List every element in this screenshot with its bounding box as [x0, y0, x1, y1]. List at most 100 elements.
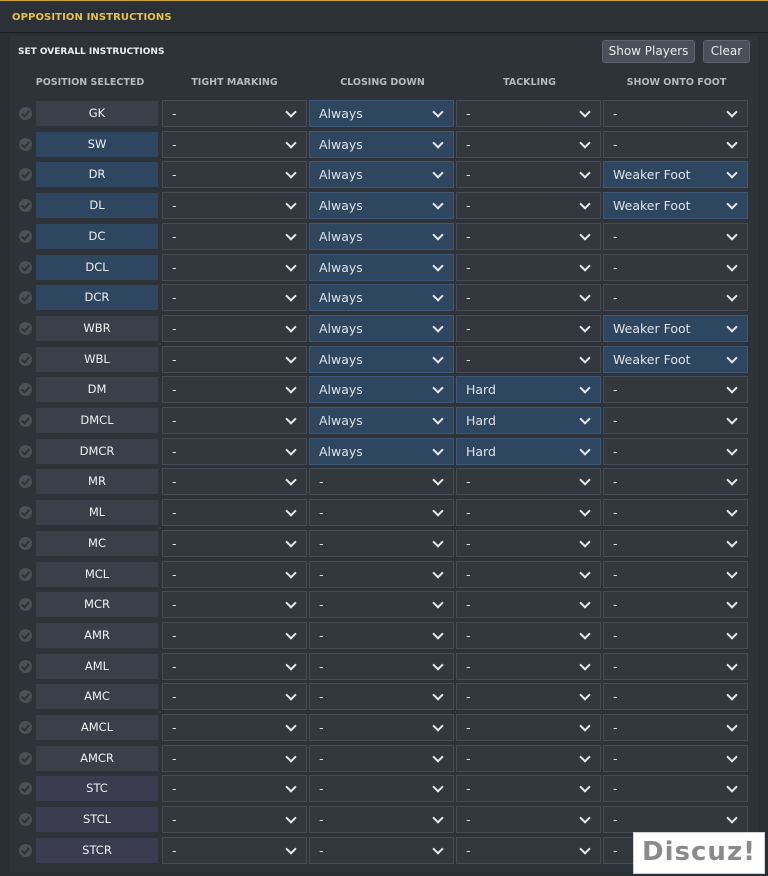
tackling-dropdown[interactable]: Hard — [456, 376, 601, 404]
tackling-dropdown[interactable]: - — [456, 652, 601, 680]
tackling-dropdown[interactable]: - — [456, 591, 601, 619]
tackling-dropdown[interactable]: - — [456, 192, 601, 220]
tight-marking-dropdown[interactable]: - — [162, 468, 307, 496]
closing-down-dropdown[interactable]: Always — [309, 284, 454, 312]
row-check-icon[interactable] — [19, 291, 32, 305]
position-label[interactable]: DL — [36, 193, 158, 219]
show-onto-foot-dropdown[interactable]: - — [603, 621, 748, 649]
tight-marking-dropdown[interactable]: - — [162, 345, 307, 373]
row-check-icon[interactable] — [19, 659, 32, 673]
closing-down-dropdown[interactable]: Always — [309, 314, 454, 342]
row-check-icon[interactable] — [19, 107, 32, 120]
position-label[interactable]: DMCL — [36, 408, 158, 433]
tackling-dropdown[interactable]: - — [456, 836, 601, 864]
show-onto-foot-dropdown[interactable]: - — [603, 468, 748, 496]
tight-marking-dropdown[interactable]: - — [162, 253, 307, 281]
row-check-icon[interactable] — [19, 260, 32, 274]
tackling-dropdown[interactable]: - — [456, 744, 601, 772]
row-check-icon[interactable] — [19, 168, 32, 182]
position-label[interactable]: WBL — [36, 346, 158, 372]
position-label[interactable]: SW — [36, 131, 158, 157]
row-check-icon[interactable] — [19, 321, 32, 335]
row-check-icon[interactable] — [19, 751, 32, 765]
show-onto-foot-dropdown[interactable]: Weaker Foot — [603, 314, 748, 342]
position-label[interactable]: STCL — [36, 807, 158, 833]
tight-marking-dropdown[interactable]: - — [162, 591, 307, 619]
row-check-icon[interactable] — [19, 229, 32, 243]
closing-down-dropdown[interactable]: - — [309, 560, 454, 588]
show-onto-foot-dropdown[interactable]: - — [603, 437, 748, 465]
tackling-dropdown[interactable]: - — [456, 683, 601, 711]
tackling-dropdown[interactable]: - — [456, 499, 601, 527]
row-check-icon[interactable] — [19, 352, 32, 366]
show-onto-foot-dropdown[interactable]: Weaker Foot — [603, 192, 748, 220]
show-onto-foot-dropdown[interactable]: - — [603, 376, 748, 404]
tackling-dropdown[interactable]: - — [456, 314, 601, 342]
closing-down-dropdown[interactable]: - — [309, 468, 454, 496]
row-check-icon[interactable] — [19, 690, 32, 704]
show-onto-foot-dropdown[interactable]: - — [603, 744, 748, 772]
row-check-icon[interactable] — [19, 414, 32, 427]
position-label[interactable]: STCR — [36, 837, 158, 863]
show-onto-foot-dropdown[interactable]: - — [603, 222, 748, 250]
show-onto-foot-dropdown[interactable]: - — [603, 499, 748, 527]
position-label[interactable]: DCR — [36, 285, 158, 311]
position-label[interactable]: DMCR — [36, 438, 158, 464]
position-label[interactable]: DCL — [36, 254, 158, 280]
row-check-icon[interactable] — [19, 475, 32, 489]
tight-marking-dropdown[interactable]: - — [162, 192, 307, 220]
closing-down-dropdown[interactable]: - — [309, 529, 454, 557]
position-label[interactable]: MR — [36, 469, 158, 495]
closing-down-dropdown[interactable]: - — [309, 744, 454, 772]
closing-down-dropdown[interactable]: - — [309, 591, 454, 619]
tackling-dropdown[interactable]: - — [456, 806, 601, 834]
tight-marking-dropdown[interactable]: - — [162, 560, 307, 588]
show-onto-foot-dropdown[interactable]: Weaker Foot — [603, 345, 748, 373]
closing-down-dropdown[interactable]: - — [309, 775, 454, 803]
tackling-dropdown[interactable]: - — [456, 253, 601, 281]
tight-marking-dropdown[interactable]: - — [162, 806, 307, 834]
tight-marking-dropdown[interactable]: - — [162, 529, 307, 557]
tight-marking-dropdown[interactable]: - — [162, 683, 307, 711]
tackling-dropdown[interactable]: - — [456, 775, 601, 803]
tight-marking-dropdown[interactable]: - — [162, 714, 307, 741]
show-onto-foot-dropdown[interactable]: - — [603, 284, 748, 312]
tackling-dropdown[interactable]: - — [456, 468, 601, 496]
position-label[interactable]: AMCR — [36, 745, 158, 771]
closing-down-dropdown[interactable]: - — [309, 499, 454, 527]
tight-marking-dropdown[interactable]: - — [162, 284, 307, 312]
row-check-icon[interactable] — [19, 782, 32, 796]
tight-marking-dropdown[interactable]: - — [162, 222, 307, 250]
show-players-button[interactable]: Show Players — [602, 40, 695, 63]
row-check-icon[interactable] — [19, 628, 32, 642]
row-check-icon[interactable] — [19, 383, 32, 397]
tackling-dropdown[interactable]: - — [456, 130, 601, 158]
row-check-icon[interactable] — [19, 444, 32, 458]
tight-marking-dropdown[interactable]: - — [162, 314, 307, 342]
show-onto-foot-dropdown[interactable]: - — [603, 100, 748, 127]
closing-down-dropdown[interactable]: Always — [309, 376, 454, 404]
position-label[interactable]: AMCL — [36, 715, 158, 740]
tight-marking-dropdown[interactable]: - — [162, 130, 307, 158]
tight-marking-dropdown[interactable]: - — [162, 161, 307, 189]
show-onto-foot-dropdown[interactable]: - — [603, 591, 748, 619]
show-onto-foot-dropdown[interactable]: - — [603, 253, 748, 281]
show-onto-foot-dropdown[interactable]: Weaker Foot — [603, 161, 748, 189]
position-label[interactable]: STC — [36, 776, 158, 802]
position-label[interactable]: DM — [36, 377, 158, 403]
row-check-icon[interactable] — [19, 813, 32, 827]
closing-down-dropdown[interactable]: - — [309, 683, 454, 711]
show-onto-foot-dropdown[interactable]: - — [603, 529, 748, 557]
tackling-dropdown[interactable]: - — [456, 100, 601, 127]
tight-marking-dropdown[interactable]: - — [162, 652, 307, 680]
position-label[interactable]: DC — [36, 223, 158, 249]
show-onto-foot-dropdown[interactable]: - — [603, 806, 748, 834]
closing-down-dropdown[interactable]: - — [309, 621, 454, 649]
closing-down-dropdown[interactable]: Always — [309, 253, 454, 281]
tight-marking-dropdown[interactable]: - — [162, 100, 307, 127]
tackling-dropdown[interactable]: - — [456, 222, 601, 250]
tackling-dropdown[interactable]: Hard — [456, 407, 601, 434]
show-onto-foot-dropdown[interactable]: - — [603, 560, 748, 588]
closing-down-dropdown[interactable]: Always — [309, 437, 454, 465]
show-onto-foot-dropdown[interactable]: - — [603, 683, 748, 711]
